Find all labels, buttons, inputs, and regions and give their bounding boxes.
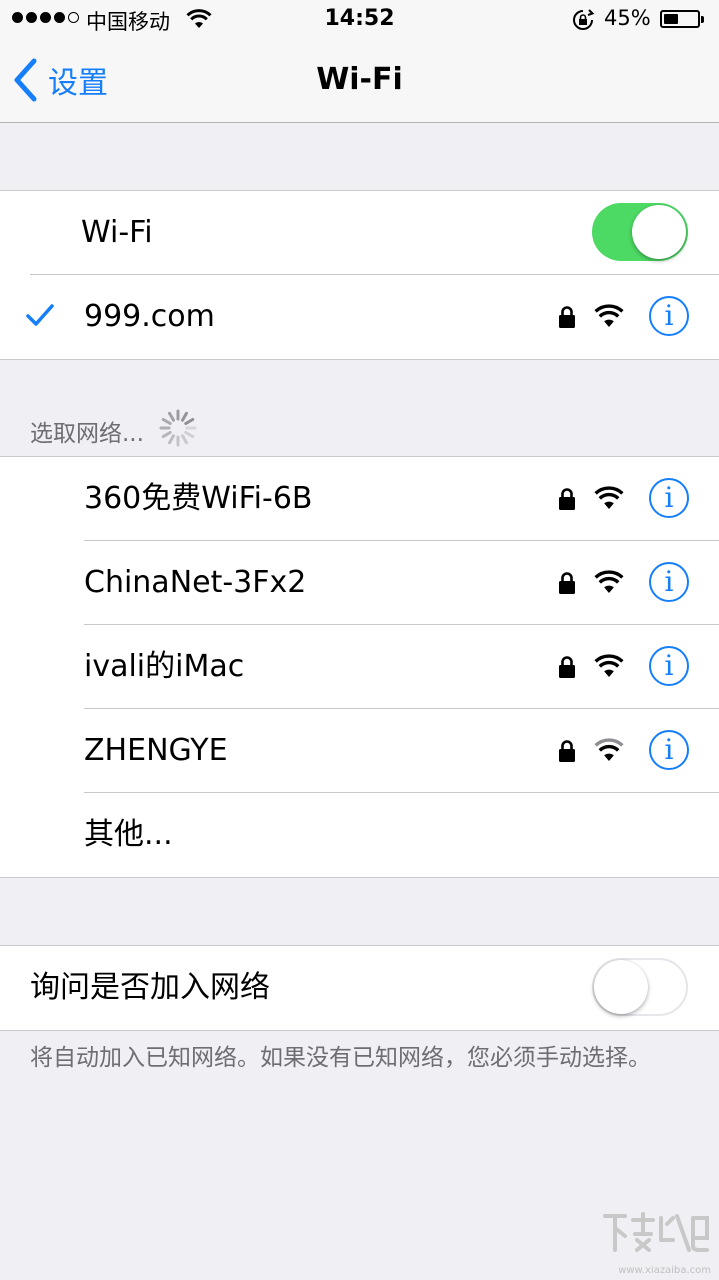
- connected-network-row[interactable]: 999.com i: [0, 275, 719, 359]
- battery-percent: 45%: [604, 6, 651, 30]
- watermark-text: www.xiazaiba.com: [618, 1265, 711, 1276]
- info-button[interactable]: i: [649, 296, 689, 336]
- rotation-lock-icon: [571, 8, 595, 38]
- wifi-signal-icon: [594, 570, 624, 598]
- watermark-logo: [601, 1210, 711, 1260]
- page-title: Wi-Fi: [316, 62, 403, 97]
- wifi-settings-screen: 中国移动 14:52 45% 设置 Wi-Fi Wi-Fi 999.com i …: [0, 0, 719, 1280]
- wifi-signal-icon: [594, 304, 624, 332]
- wifi-toggle-switch[interactable]: [592, 203, 688, 261]
- lock-icon: [558, 487, 576, 515]
- network-name: ChinaNet-3Fx2: [84, 565, 307, 600]
- wifi-signal-icon: [594, 654, 624, 682]
- network-row[interactable]: ZHENGYE i: [0, 709, 719, 793]
- network-row[interactable]: ivali的iMac i: [0, 625, 719, 709]
- info-button[interactable]: i: [649, 478, 689, 518]
- ask-join-label: 询问是否加入网络: [30, 970, 270, 1005]
- connected-network-name: 999.com: [84, 299, 215, 334]
- battery-icon: [660, 10, 704, 28]
- choose-network-header: 选取网络...: [30, 408, 198, 454]
- lock-icon: [558, 655, 576, 683]
- wifi-toggle-row: Wi-Fi: [0, 191, 719, 275]
- wifi-toggle-label: Wi-Fi: [81, 215, 153, 250]
- lock-icon: [558, 305, 576, 333]
- network-row[interactable]: 360免费WiFi-6B i: [0, 457, 719, 541]
- loading-spinner-icon: [158, 408, 198, 454]
- other-network-row[interactable]: 其他...: [0, 793, 719, 877]
- network-row[interactable]: ChinaNet-3Fx2 i: [0, 541, 719, 625]
- checkmark-icon: [26, 303, 54, 331]
- wifi-signal-icon: [594, 486, 624, 514]
- lock-icon: [558, 571, 576, 599]
- info-button[interactable]: i: [649, 646, 689, 686]
- network-name: 360免费WiFi-6B: [84, 481, 313, 516]
- wifi-toggle-group: Wi-Fi 999.com i: [0, 190, 719, 360]
- toggle-knob: [594, 960, 648, 1014]
- network-list-group: 360免费WiFi-6B i ChinaNet-3Fx2 i ivali的iMac i ZH…: [0, 456, 719, 878]
- ask-join-toggle-switch[interactable]: [592, 958, 688, 1016]
- ask-join-row: 询问是否加入网络: [0, 946, 719, 1030]
- network-name: ivali的iMac: [84, 649, 245, 684]
- other-network-label: 其他...: [84, 817, 173, 852]
- wifi-signal-icon: [594, 738, 624, 766]
- toggle-knob: [632, 205, 686, 259]
- navigation-bar: 设置 Wi-Fi: [0, 40, 719, 123]
- section-header-label: 选取网络...: [30, 421, 144, 447]
- info-button[interactable]: i: [649, 730, 689, 770]
- ask-join-footer: 将自动加入已知网络。如果没有已知网络，您必须手动选择。: [30, 1045, 651, 1071]
- info-button[interactable]: i: [649, 562, 689, 602]
- network-name: ZHENGYE: [84, 733, 228, 768]
- ask-join-group: 询问是否加入网络: [0, 945, 719, 1031]
- lock-icon: [558, 739, 576, 767]
- status-bar: 中国移动 14:52 45%: [0, 0, 719, 40]
